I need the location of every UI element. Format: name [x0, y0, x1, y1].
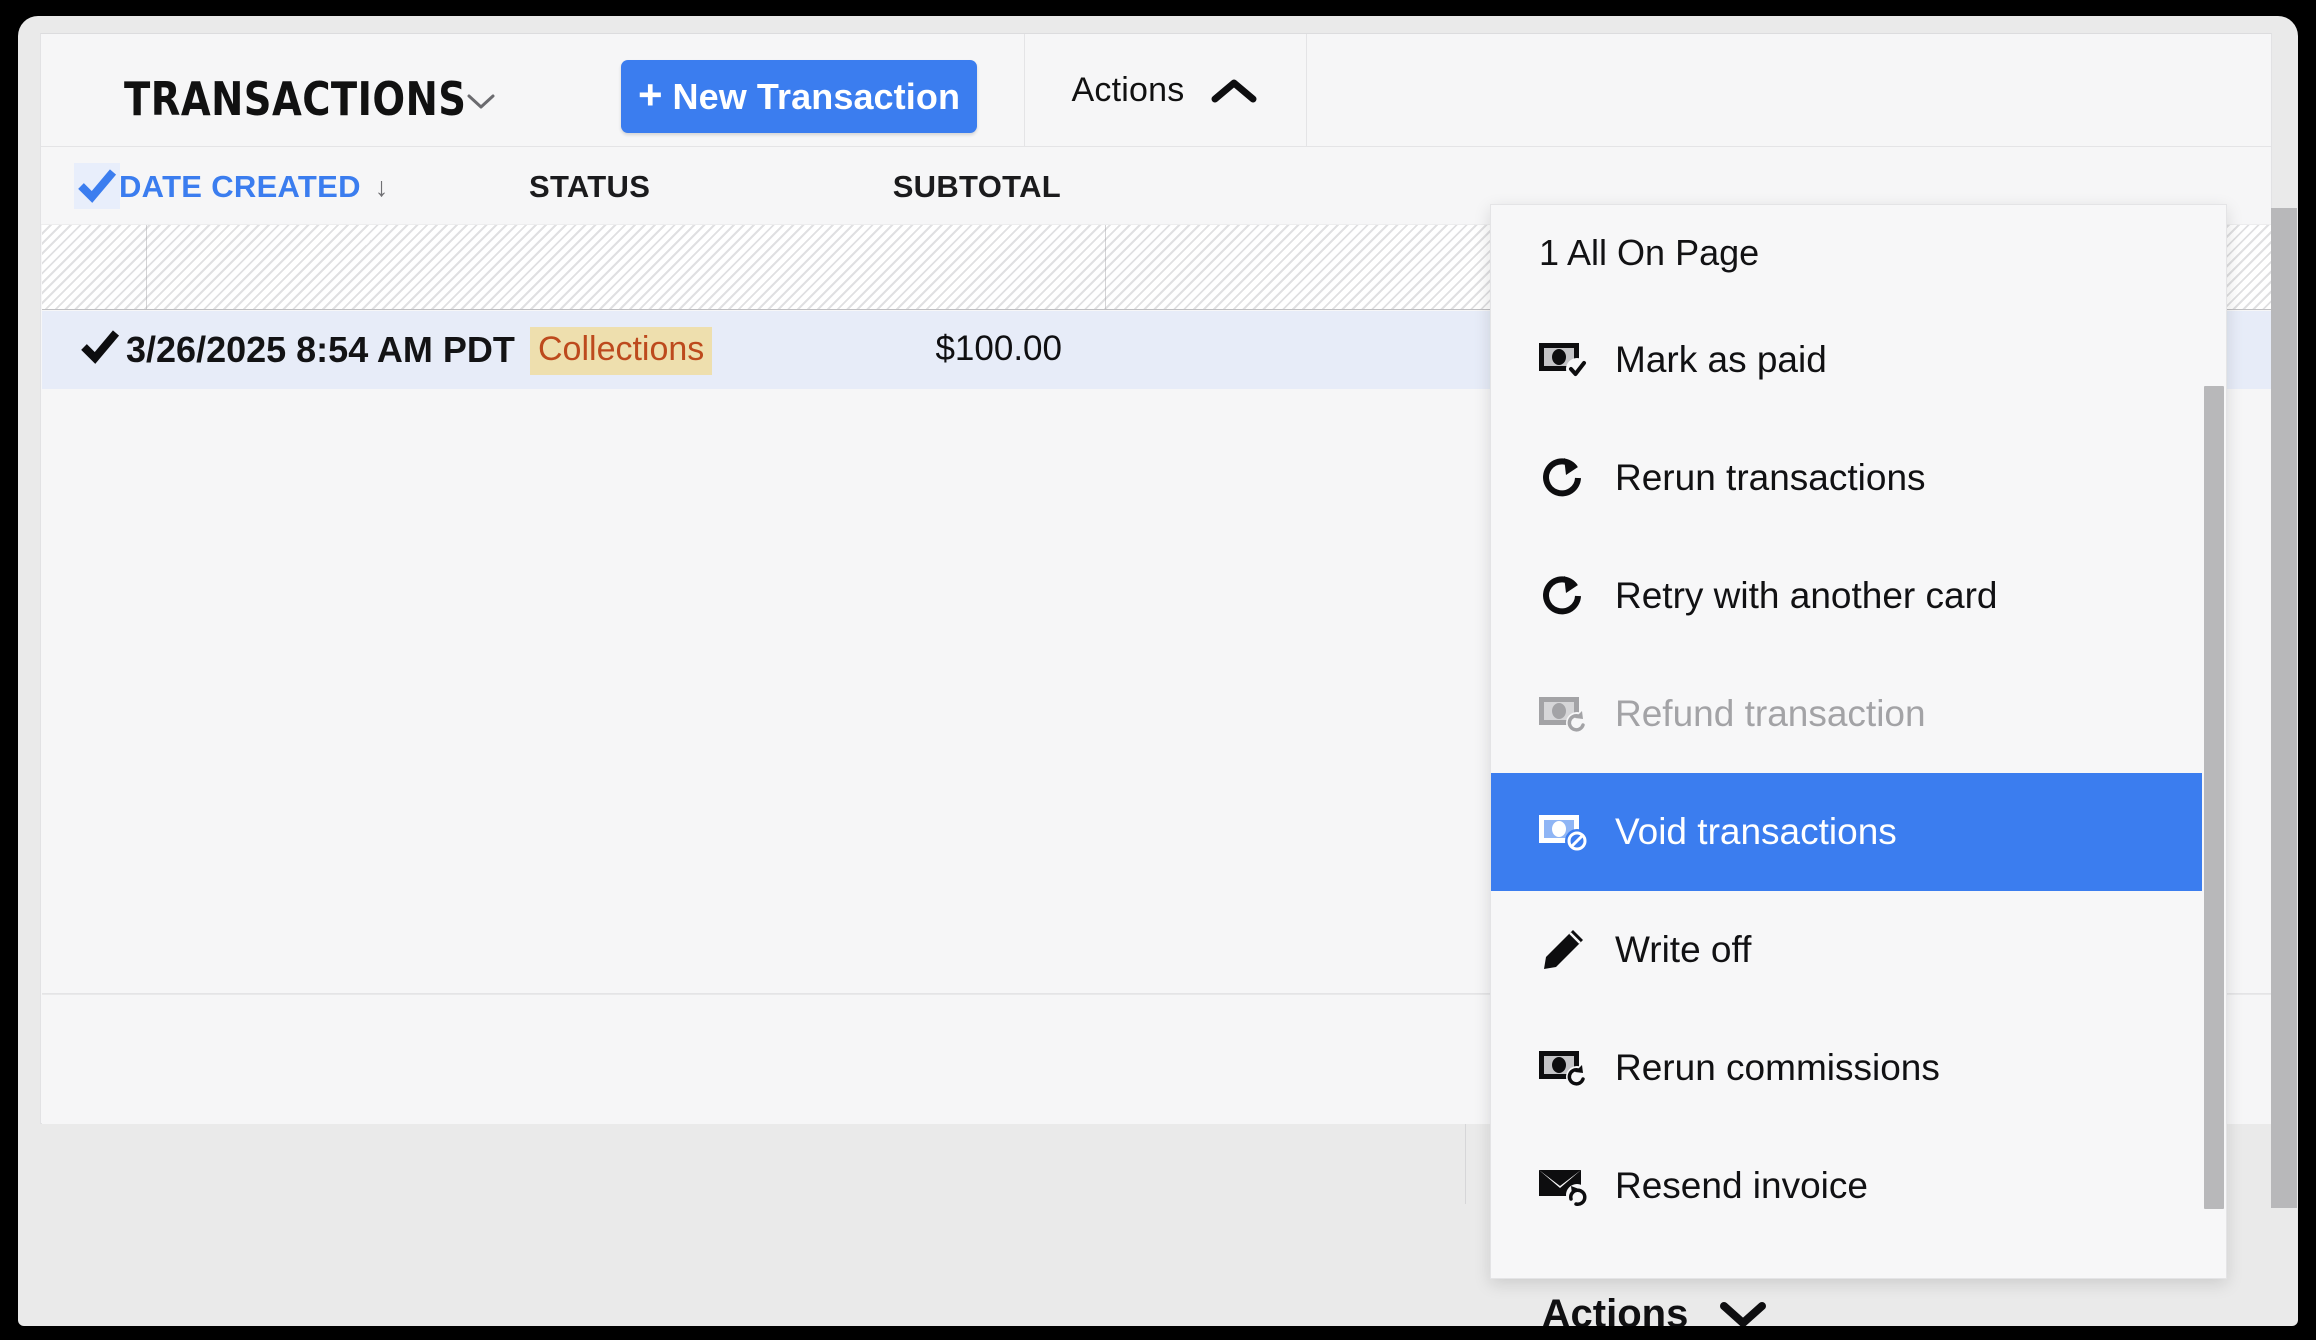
- column-header-date-created[interactable]: DATE CREATED ↓: [119, 169, 389, 205]
- page-title: TRANSACTIONS: [124, 72, 467, 126]
- menu-scrollbar-track[interactable]: [2202, 205, 2226, 1278]
- menu-item-resend-invoice[interactable]: Resend invoice: [1491, 1127, 2226, 1245]
- menu-item-label: Write off: [1615, 929, 1752, 970]
- refresh-icon: [1537, 573, 1589, 619]
- row-checkbox[interactable]: [78, 325, 122, 369]
- actions-label: Actions: [1071, 71, 1185, 109]
- menu-item-void-transactions[interactable]: Void transactions: [1491, 773, 2226, 891]
- cell-subtotal: $100.00: [935, 329, 1062, 368]
- column-label: STATUS: [529, 169, 651, 204]
- menu-item-all-on-page[interactable]: 1 All On Page: [1491, 205, 2226, 301]
- toolbar-divider: [1306, 34, 1307, 147]
- footer-actions-trigger[interactable]: Actions: [1465, 1279, 1845, 1326]
- window-frame: TRANSACTIONS + New Transaction Actions D…: [0, 0, 2316, 1340]
- actions-dropdown-trigger[interactable]: Actions: [1024, 34, 1306, 147]
- menu-item-retry-with-another-card[interactable]: Retry with another card: [1491, 537, 2226, 655]
- sort-arrow-icon: ↓: [374, 172, 389, 202]
- menu-item-label: Rerun transactions: [1615, 457, 1926, 498]
- menu-item-label: Rerun commissions: [1615, 1047, 1940, 1088]
- menu-item-rerun-transactions[interactable]: Rerun transactions: [1491, 419, 2226, 537]
- pencil-icon: [1537, 927, 1589, 973]
- banknote-refund-icon: [1537, 691, 1589, 737]
- column-header-status[interactable]: STATUS: [529, 169, 650, 205]
- banknote-check-icon: [1537, 337, 1589, 383]
- page-scrollbar-thumb[interactable]: [2271, 208, 2297, 1208]
- new-transaction-button[interactable]: + New Transaction: [621, 60, 977, 133]
- refresh-icon: [1537, 455, 1589, 501]
- menu-item-label: Retry with another card: [1615, 575, 1998, 616]
- footer-actions-label: Actions: [1541, 1291, 1689, 1327]
- cell-date-created: 3/26/2025 8:54 AM PDT: [126, 329, 515, 370]
- actions-dropdown-menu: 1 All On Page Mark as paid Rerun transac…: [1490, 204, 2227, 1279]
- menu-item-label: Resend invoice: [1615, 1165, 1868, 1206]
- menu-item-rerun-commissions[interactable]: Rerun commissions: [1491, 1009, 2226, 1127]
- menu-scrollbar-thumb[interactable]: [2204, 386, 2224, 1209]
- checkmark-icon: [77, 169, 117, 203]
- new-transaction-label: New Transaction: [672, 75, 961, 117]
- chevron-down-icon[interactable]: [466, 92, 496, 112]
- menu-item-label: Void transactions: [1615, 811, 1897, 852]
- menu-item-write-off[interactable]: Write off: [1491, 891, 2226, 1009]
- browser-viewport: TRANSACTIONS + New Transaction Actions D…: [18, 16, 2298, 1326]
- plus-icon: +: [637, 71, 663, 119]
- menu-item-refund-transaction: Refund transaction: [1491, 655, 2226, 773]
- chevron-down-icon: [1718, 1298, 1768, 1326]
- footer-divider: [1465, 1124, 1466, 1204]
- band-divider: [146, 225, 147, 309]
- chevron-up-icon: [1210, 76, 1258, 106]
- column-label: DATE CREATED: [119, 169, 361, 204]
- select-all-checkbox[interactable]: [74, 163, 120, 209]
- band-divider: [1105, 225, 1106, 309]
- menu-item-mark-as-paid[interactable]: Mark as paid: [1491, 301, 2226, 419]
- column-label: SUBTOTAL: [892, 169, 1061, 204]
- column-header-subtotal[interactable]: SUBTOTAL: [801, 169, 1061, 205]
- banknote-refund-icon: [1537, 1045, 1589, 1091]
- menu-item-label: Mark as paid: [1615, 339, 1827, 380]
- toolbar: TRANSACTIONS + New Transaction Actions: [41, 34, 2271, 147]
- envelope-refresh-icon: [1537, 1163, 1589, 1209]
- menu-item-label: Refund transaction: [1615, 693, 1926, 734]
- menu-header-label: 1 All On Page: [1539, 232, 1760, 273]
- checkmark-icon: [80, 330, 120, 364]
- banknote-void-icon: [1537, 809, 1589, 855]
- status-badge: Collections: [530, 327, 713, 375]
